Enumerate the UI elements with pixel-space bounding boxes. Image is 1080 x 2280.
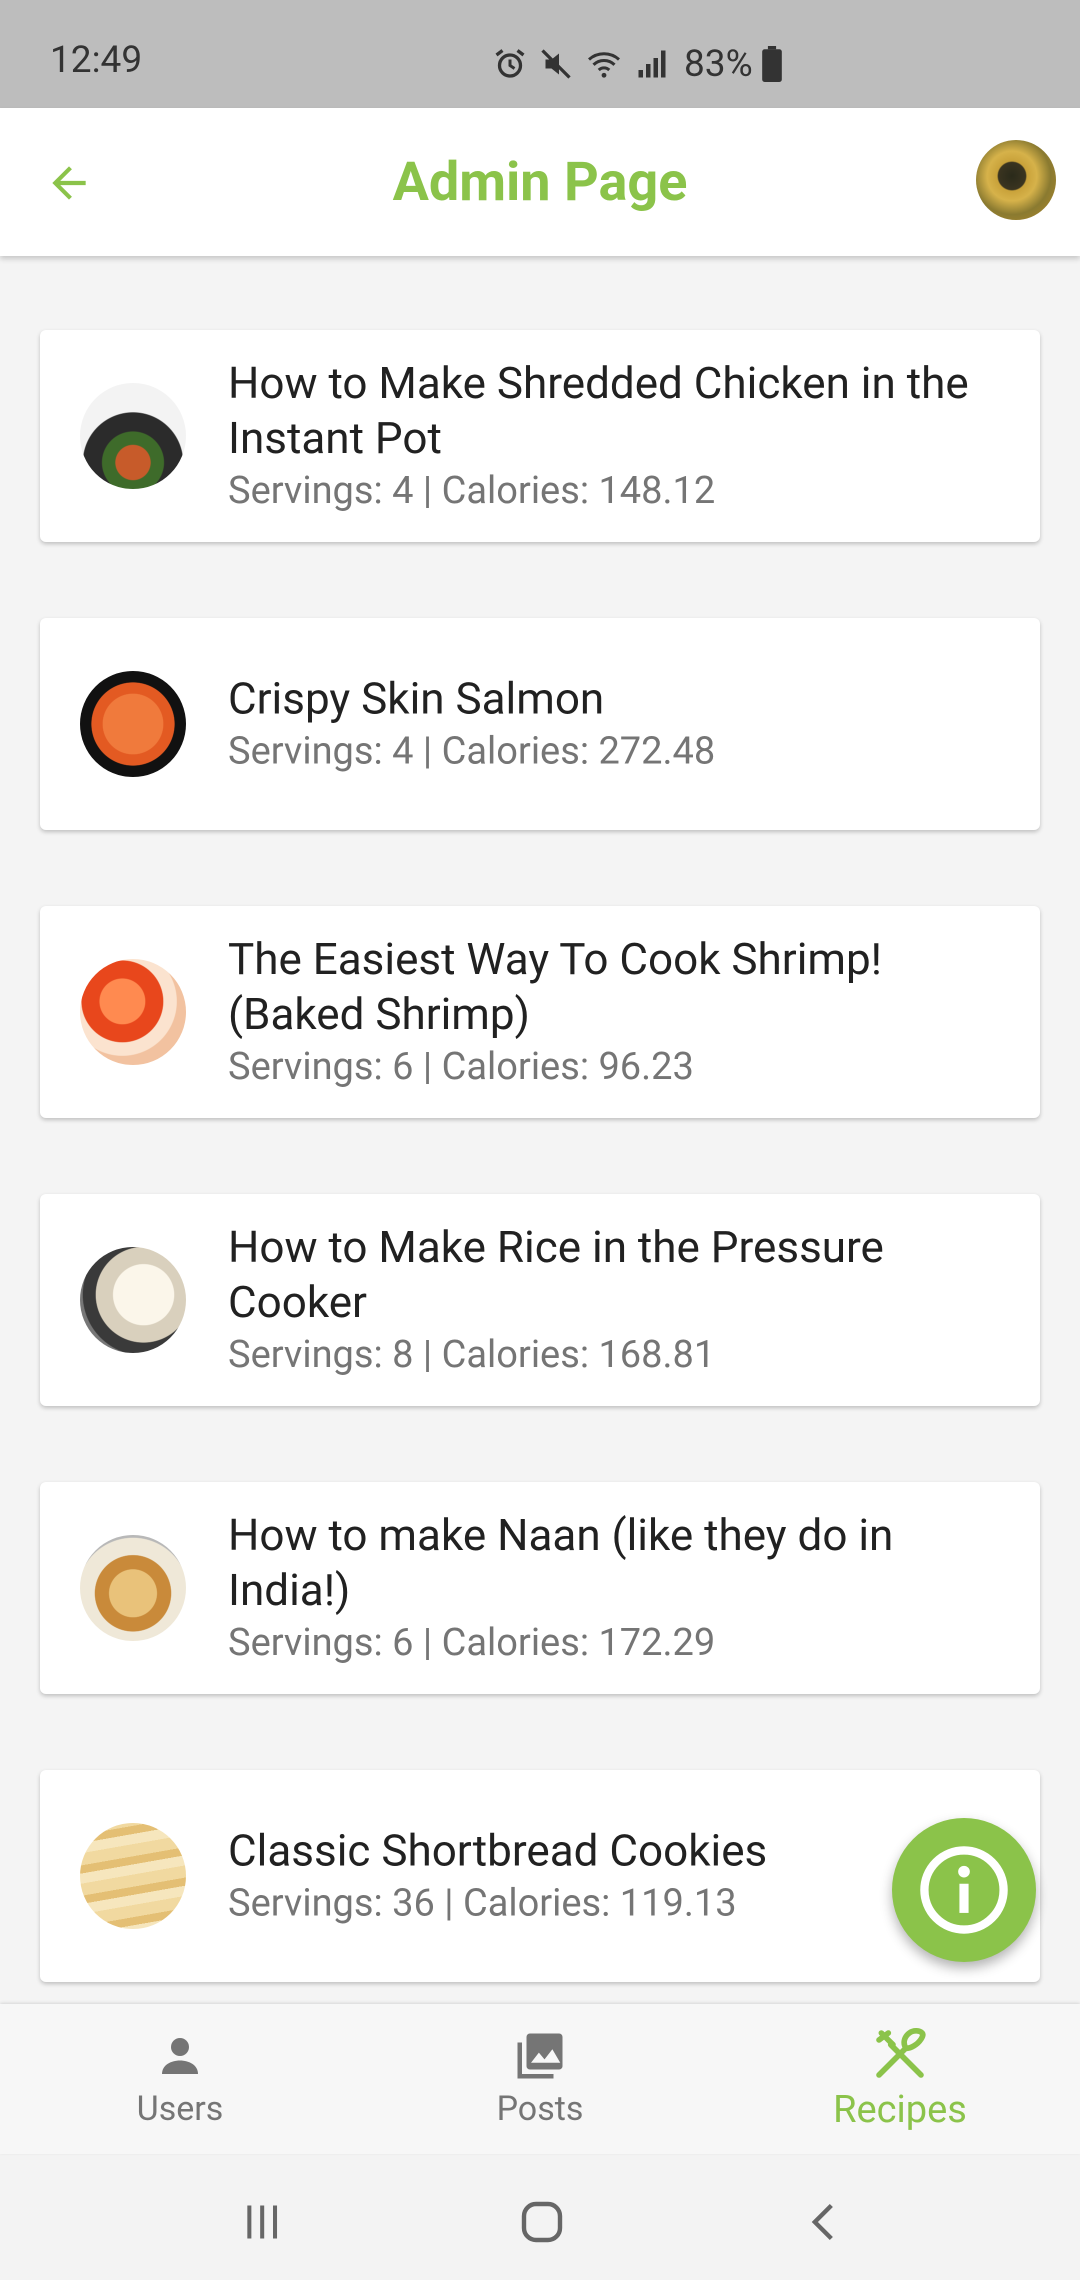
recipe-card[interactable]: Classic Shortbread Cookies Servings: 36 … xyxy=(40,1770,1040,1982)
wifi-icon xyxy=(588,52,620,78)
recipe-subtitle: Servings: 8 | Calories: 168.81 xyxy=(228,1333,716,1377)
recipe-title: Crispy Skin Salmon xyxy=(228,672,605,725)
mute-icon xyxy=(541,49,571,79)
recipe-subtitle: Servings: 36 | Calories: 119.13 xyxy=(228,1881,737,1926)
page-title: Admin Page xyxy=(392,151,688,214)
fork-knife-icon xyxy=(876,2028,926,2078)
nav-label-recipes: Recipes xyxy=(833,2088,967,2132)
recipe-text: How to Make Shredded Chicken in the Inst… xyxy=(228,356,1004,516)
recipe-card[interactable]: How to Make Rice in the Pressure Cooker … xyxy=(40,1194,1040,1406)
recipe-card[interactable]: Crispy Skin Salmon Servings: 4 | Calorie… xyxy=(40,618,1040,830)
nav-label-posts: Posts xyxy=(496,2089,584,2129)
back-nav-button[interactable] xyxy=(794,2192,854,2252)
nav-tab-posts[interactable]: Posts xyxy=(360,2004,720,2154)
recipe-title: How to Make Shredded Chicken in the Inst… xyxy=(228,357,969,464)
recipe-subtitle: Servings: 4 | Calories: 148.12 xyxy=(228,469,716,513)
recipe-thumbnail xyxy=(80,959,186,1065)
recipe-thumbnail xyxy=(80,1247,186,1353)
battery-icon xyxy=(761,46,782,82)
recipe-title: The Easiest Way To Cook Shrimp! (Baked S… xyxy=(228,933,883,1040)
recipe-text: Classic Shortbread Cookies Servings: 36 … xyxy=(228,1824,1004,1929)
bottom-nav: Users Posts Recipes xyxy=(0,2004,1080,2154)
nav-tab-recipes[interactable]: Recipes xyxy=(720,2004,1080,2154)
nav-tab-users[interactable]: Users xyxy=(0,2004,360,2154)
recipe-card[interactable]: How to make Naan (like they do in India!… xyxy=(40,1482,1040,1694)
status-bar: 12:49 83% xyxy=(0,0,1080,108)
recipe-title: Classic Shortbread Cookies xyxy=(228,1824,768,1877)
info-icon xyxy=(920,1846,1008,1934)
recipe-text: The Easiest Way To Cook Shrimp! (Baked S… xyxy=(228,932,1004,1092)
nav-label-users: Users xyxy=(136,2089,224,2129)
signal-icon xyxy=(638,50,666,78)
system-nav-bar xyxy=(0,2154,1080,2280)
recipe-subtitle: Servings: 4 | Calories: 272.48 xyxy=(228,729,716,774)
recipe-subtitle: Servings: 6 | Calories: 172.29 xyxy=(228,1621,716,1665)
battery-percent: 83% xyxy=(684,42,753,86)
recipe-title: How to Make Rice in the Pressure Cooker xyxy=(228,1221,884,1328)
recipe-subtitle: Servings: 6 | Calories: 96.23 xyxy=(228,1045,694,1089)
recipe-thumbnail xyxy=(80,1535,186,1641)
status-icons: 83% xyxy=(492,42,793,86)
recipe-thumbnail xyxy=(80,671,186,777)
back-chevron-icon xyxy=(811,2203,833,2241)
alarm-icon xyxy=(495,49,525,78)
recipe-card[interactable]: The Easiest Way To Cook Shrimp! (Baked S… xyxy=(40,906,1040,1118)
recent-apps-button[interactable] xyxy=(232,2192,292,2252)
app-bar: Admin Page xyxy=(0,108,1080,256)
recipe-card[interactable]: How to Make Shredded Chicken in the Inst… xyxy=(40,330,1040,542)
home-icon xyxy=(521,2201,563,2243)
recent-apps-icon xyxy=(247,2205,278,2239)
recipe-title: How to make Naan (like they do in India!… xyxy=(228,1509,894,1616)
recipe-text: Crispy Skin Salmon Servings: 4 | Calorie… xyxy=(228,672,1004,777)
recipe-text: How to Make Rice in the Pressure Cooker … xyxy=(228,1220,1004,1380)
recipe-thumbnail xyxy=(80,1823,186,1929)
home-button[interactable] xyxy=(512,2192,572,2252)
status-time: 12:49 xyxy=(50,39,143,82)
person-icon xyxy=(162,2038,198,2074)
info-fab-button[interactable] xyxy=(892,1818,1036,1962)
avatar[interactable] xyxy=(976,140,1056,220)
photo-library-icon xyxy=(517,2033,563,2079)
recipe-thumbnail xyxy=(80,383,186,489)
recipe-text: How to make Naan (like they do in India!… xyxy=(228,1508,1004,1668)
